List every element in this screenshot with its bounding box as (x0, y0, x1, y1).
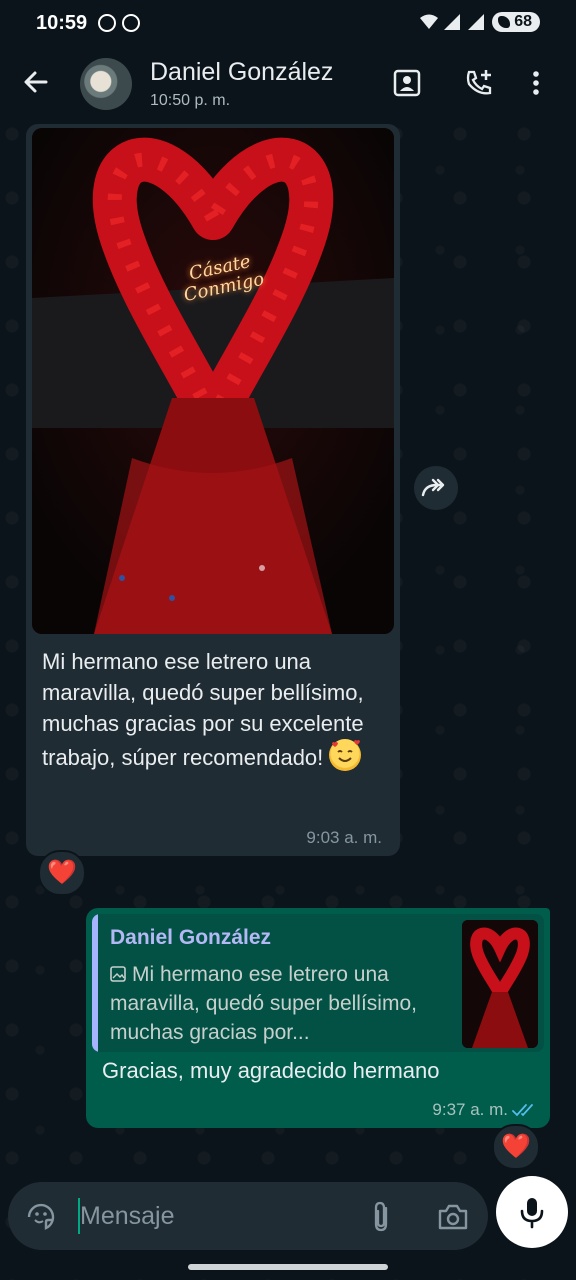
message-text: Gracias, muy agradecido hermano (102, 1058, 440, 1083)
incoming-message[interactable]: Cásate Conmigo Mi hermano ese letrero un… (26, 124, 400, 856)
attach-icon[interactable] (368, 1200, 396, 1234)
back-arrow-icon[interactable] (20, 66, 52, 98)
quoted-message[interactable]: Daniel González Mi hermano ese letrero u… (92, 914, 544, 1052)
notification-icon (98, 14, 116, 32)
quoted-photo-thumbnail (462, 920, 538, 1048)
battery-indicator: 68 (492, 12, 540, 32)
gesture-bar (188, 1264, 388, 1270)
voice-message-button[interactable] (496, 1176, 568, 1248)
camera-icon[interactable] (436, 1200, 470, 1234)
message-input[interactable]: Mensaje (80, 1202, 175, 1231)
status-time: 10:59 (36, 12, 88, 34)
signal-icon-2 (468, 14, 485, 30)
heart-reaction[interactable]: ❤️ (492, 1124, 540, 1170)
heart-reaction[interactable]: ❤️ (38, 850, 86, 896)
message-photo[interactable]: Cásate Conmigo (32, 128, 394, 634)
smiling-face-with-hearts-emoji (329, 739, 362, 771)
contact-name[interactable]: Daniel González (150, 58, 333, 87)
add-call-icon[interactable] (462, 66, 496, 100)
read-receipt-icon (512, 1102, 538, 1118)
message-composer: Mensaje (8, 1182, 488, 1250)
signal-icon (444, 14, 461, 30)
status-bar: 10:59 68 (0, 0, 576, 48)
microphone-icon (520, 1198, 544, 1229)
quote-author: Daniel González (110, 926, 272, 949)
last-seen: 10:50 p. m. (150, 92, 231, 109)
photo-icon (110, 961, 126, 982)
system-icons: 68 (420, 12, 540, 32)
whatsapp-icon (122, 14, 140, 32)
quote-accent-bar (92, 914, 98, 1052)
chat-header: Daniel González 10:50 p. m. (0, 48, 576, 122)
quote-text: Mi hermano ese letrero una maravilla, qu… (110, 961, 417, 1044)
outgoing-message[interactable]: Daniel González Mi hermano ese letrero u… (86, 908, 550, 1128)
message-text: Mi hermano ese letrero una maravilla, qu… (42, 649, 364, 771)
message-time: 9:03 a. m. (306, 828, 382, 847)
contact-avatar[interactable] (80, 58, 132, 110)
wifi-icon (420, 14, 439, 30)
forward-icon[interactable] (414, 466, 458, 510)
emoji-sticker-icon[interactable] (24, 1200, 58, 1234)
video-call-icon[interactable] (390, 66, 424, 100)
notification-icons (98, 14, 140, 32)
more-options-icon[interactable] (526, 66, 546, 100)
message-time: 9:37 a. m. (432, 1100, 508, 1119)
